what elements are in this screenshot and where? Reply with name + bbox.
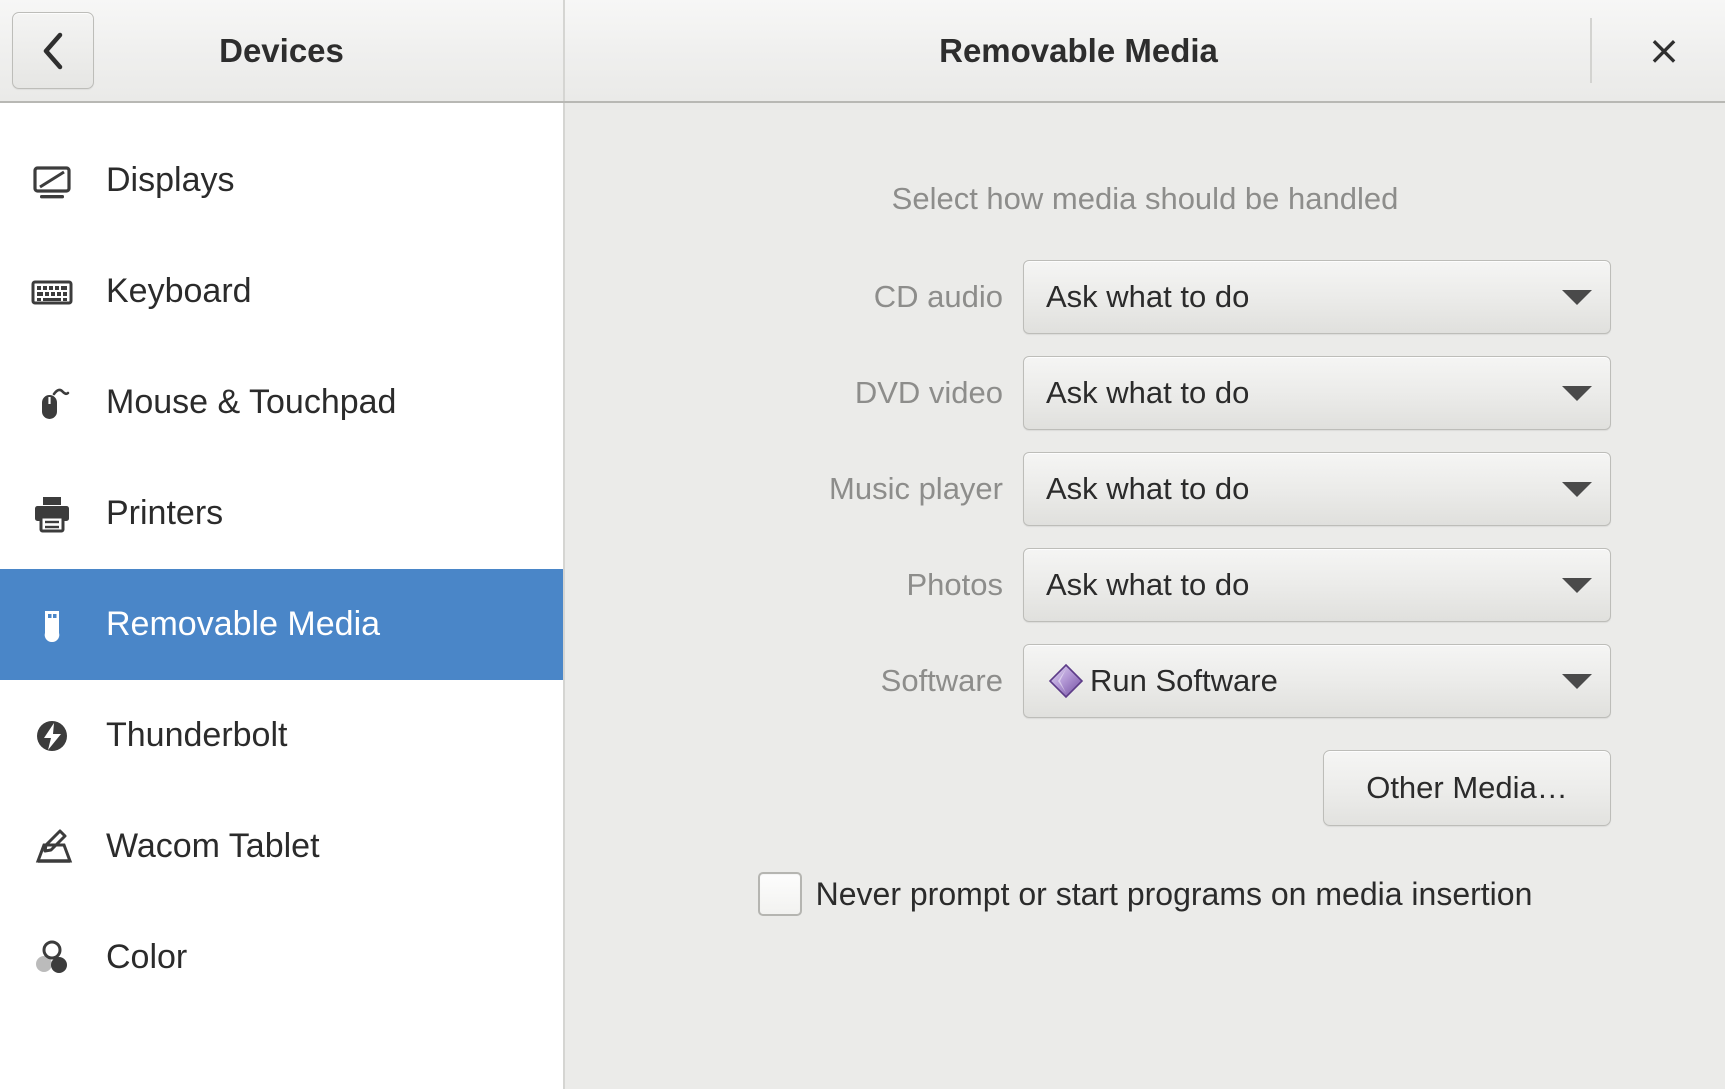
chevron-down-icon [1562,577,1592,593]
back-button[interactable] [12,12,94,89]
cd-audio-dropdown[interactable]: Ask what to do [1023,260,1611,334]
setting-row-music-player: Music player Ask what to do [679,452,1611,526]
sidebar-item-mouse-touchpad[interactable]: Mouse & Touchpad [0,347,563,458]
usb-drive-icon [24,603,80,647]
chevron-down-icon [1562,481,1592,497]
music-player-dropdown[interactable]: Ask what to do [1023,452,1611,526]
mouse-icon [24,381,80,425]
sidebar-item-label: Mouse & Touchpad [106,383,397,421]
chevron-down-icon [1562,289,1592,305]
combo-value: Ask what to do [1046,471,1250,506]
never-prompt-label: Never prompt or start programs on media … [815,875,1533,912]
row-label: Music player [829,471,1003,506]
sidebar-item-label: Color [106,938,188,976]
sidebar-item-displays[interactable]: Displays [0,125,563,236]
window-body: Displays Keyboard Mouse & Touchpad Print… [0,103,1725,1089]
removable-media-panel: Select how media should be handled CD au… [565,103,1725,1089]
media-settings-list: CD audio Ask what to do DVD video Ask wh… [679,260,1611,718]
chevron-down-icon [1562,385,1592,401]
sidebar-item-color[interactable]: Color [0,902,563,1013]
thunderbolt-icon [24,714,80,758]
sidebar: Displays Keyboard Mouse & Touchpad Print… [0,103,565,1089]
setting-row-cd-audio: CD audio Ask what to do [679,260,1611,334]
setting-row-software: Software Run Software [679,644,1611,718]
sidebar-item-label: Keyboard [106,272,252,310]
sidebar-item-label: Thunderbolt [106,716,288,754]
header-left-section: Devices [0,0,565,101]
row-label: Software [880,663,1003,698]
never-prompt-row[interactable]: Never prompt or start programs on media … [757,872,1533,916]
chevron-down-icon [1562,673,1592,689]
photos-dropdown[interactable]: Ask what to do [1023,548,1611,622]
color-icon [24,936,80,980]
combo-value: Run Software [1090,663,1278,698]
panel-subtitle: Select how media should be handled [891,181,1399,216]
other-media-row: Other Media… [679,750,1611,826]
never-prompt-checkbox[interactable] [757,872,802,916]
other-media-button[interactable]: Other Media… [1323,750,1611,826]
combo-value: Ask what to do [1046,279,1250,314]
setting-row-dvd-video: DVD video Ask what to do [679,356,1611,430]
software-diamond-icon [1046,662,1086,700]
row-label: Photos [906,567,1003,602]
close-window-button[interactable]: × [1633,20,1695,82]
combo-value: Ask what to do [1046,375,1250,410]
row-label: DVD video [854,375,1003,410]
settings-window: Devices Removable Media × Displays Keybo… [0,0,1725,1089]
sidebar-item-printers[interactable]: Printers [0,458,563,569]
display-icon [24,159,80,203]
chevron-left-icon [43,32,63,69]
sidebar-item-removable-media[interactable]: Removable Media [0,569,563,680]
combo-value: Ask what to do [1046,567,1250,602]
keyboard-icon [24,270,80,314]
sidebar-item-label: Displays [106,161,235,199]
printer-icon [35,496,69,532]
sidebar-item-thunderbolt[interactable]: Thunderbolt [0,680,563,791]
dvd-video-dropdown[interactable]: Ask what to do [1023,356,1611,430]
header-divider [1590,18,1592,83]
setting-row-photos: Photos Ask what to do [679,548,1611,622]
sidebar-item-keyboard[interactable]: Keyboard [0,236,563,347]
header-bar: Devices Removable Media × [0,0,1725,103]
wacom-tablet-icon [24,825,80,869]
page-title: Removable Media [939,31,1218,69]
sidebar-item-label: Wacom Tablet [106,827,320,865]
sidebar-item-label: Removable Media [106,605,381,643]
row-label: CD audio [873,279,1003,314]
sidebar-item-wacom-tablet[interactable]: Wacom Tablet [0,791,563,902]
software-dropdown[interactable]: Run Software [1023,644,1611,718]
sidebar-item-label: Printers [106,494,224,532]
header-right-section: Removable Media × [565,0,1725,101]
